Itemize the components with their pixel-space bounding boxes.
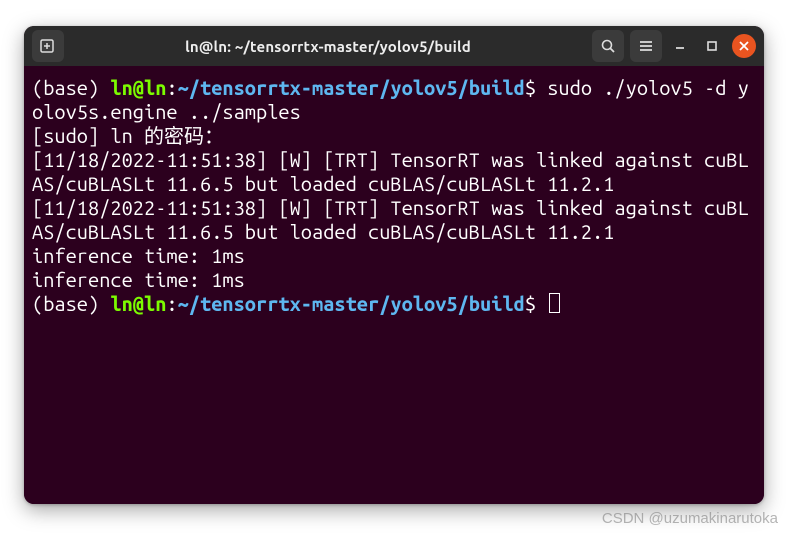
cwd-path: ~/tensorrtx-master/yolov5/build bbox=[178, 76, 525, 99]
close-button[interactable] bbox=[732, 34, 756, 58]
new-tab-button[interactable] bbox=[32, 30, 64, 62]
conda-env: (base) bbox=[32, 76, 99, 99]
menu-button[interactable] bbox=[630, 30, 662, 62]
prompt-line-1: (base) ln@ln:~/tensorrtx-master/yolov5/b… bbox=[32, 76, 756, 124]
window-title: ln@ln: ~/tensorrtx-master/yolov5/build bbox=[70, 38, 586, 55]
maximize-icon bbox=[705, 39, 719, 53]
output-line: [11/18/2022-11:51:38] [W] [TRT] TensorRT… bbox=[32, 196, 756, 244]
output-line: [sudo] ln 的密码： bbox=[32, 124, 756, 148]
user-host: ln@ln bbox=[110, 76, 166, 99]
maximize-button[interactable] bbox=[700, 34, 724, 58]
terminal-body[interactable]: (base) ln@ln:~/tensorrtx-master/yolov5/b… bbox=[24, 66, 764, 504]
new-tab-icon bbox=[39, 37, 57, 55]
output-line: inference time: 1ms bbox=[32, 268, 756, 292]
window-controls bbox=[668, 34, 756, 58]
hamburger-menu-icon bbox=[638, 38, 654, 54]
minimize-button[interactable] bbox=[668, 34, 692, 58]
minimize-icon bbox=[673, 39, 687, 53]
output-line: [11/18/2022-11:51:38] [W] [TRT] TensorRT… bbox=[32, 148, 756, 196]
prompt-line-2: (base) ln@ln:~/tensorrtx-master/yolov5/b… bbox=[32, 292, 756, 316]
watermark-text: CSDN @uzumakinarutoka bbox=[602, 510, 778, 527]
search-button[interactable] bbox=[592, 30, 624, 62]
terminal-cursor bbox=[549, 293, 560, 313]
search-icon bbox=[600, 38, 616, 54]
output-line: inference time: 1ms bbox=[32, 244, 756, 268]
titlebar: ln@ln: ~/tensorrtx-master/yolov5/build bbox=[24, 26, 764, 66]
close-icon bbox=[738, 40, 750, 52]
terminal-window: ln@ln: ~/tensorrtx-master/yolov5/build (… bbox=[24, 26, 764, 504]
